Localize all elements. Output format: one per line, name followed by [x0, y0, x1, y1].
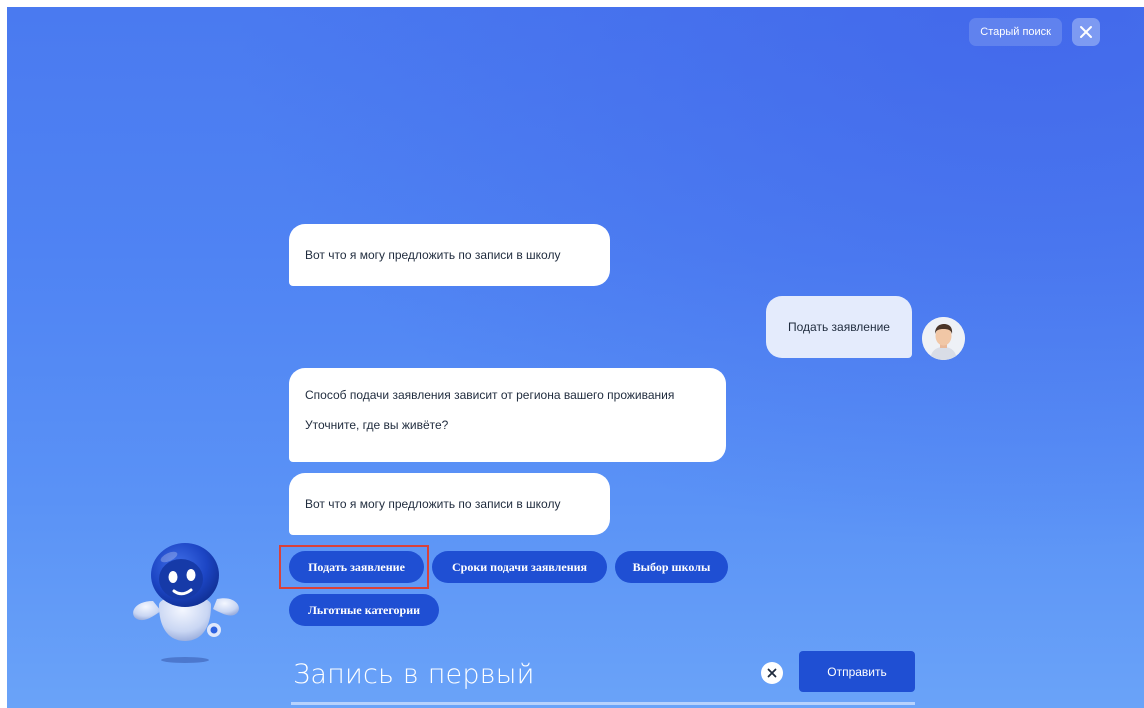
- quick-reply-chip[interactable]: Сроки подачи заявления: [432, 551, 607, 583]
- user-avatar-icon: [922, 317, 965, 360]
- query-input[interactable]: Запись в первый: [293, 659, 535, 690]
- send-button[interactable]: Отправить: [799, 651, 915, 692]
- bot-message-text: Способ подачи заявления зависит от регио…: [305, 388, 675, 402]
- quick-reply-chip[interactable]: Выбор школы: [615, 551, 728, 583]
- user-message: Подать заявление: [766, 296, 912, 358]
- close-icon: [1080, 26, 1092, 38]
- assistant-screen: Старый поиск Вот что я могу предложить п…: [7, 7, 1144, 708]
- quick-reply-chip[interactable]: Льготные категории: [289, 594, 439, 626]
- input-underline: [291, 702, 915, 705]
- query-input-area: Запись в первый Отправить: [291, 647, 915, 708]
- close-button[interactable]: [1072, 18, 1100, 46]
- user-message-text: Подать заявление: [788, 320, 890, 334]
- quick-reply-chip[interactable]: Подать заявление: [289, 551, 424, 583]
- top-bar: Старый поиск: [969, 18, 1100, 46]
- clear-input-button[interactable]: [761, 662, 783, 684]
- bot-message: Вот что я могу предложить по записи в шк…: [289, 224, 610, 286]
- bot-message-text: Вот что я могу предложить по записи в шк…: [305, 497, 561, 511]
- old-search-button[interactable]: Старый поиск: [969, 18, 1062, 46]
- robot-mascot-icon: [133, 543, 239, 663]
- bot-message-text: Уточните, где вы живёте?: [305, 418, 449, 432]
- bot-message: Вот что я могу предложить по записи в шк…: [289, 473, 610, 535]
- robot-assistant: [125, 535, 245, 665]
- bot-message-text: Вот что я могу предложить по записи в шк…: [305, 248, 561, 262]
- clear-icon: [767, 668, 777, 678]
- bot-message: Способ подачи заявления зависит от регио…: [289, 368, 726, 462]
- user-avatar: [922, 317, 965, 360]
